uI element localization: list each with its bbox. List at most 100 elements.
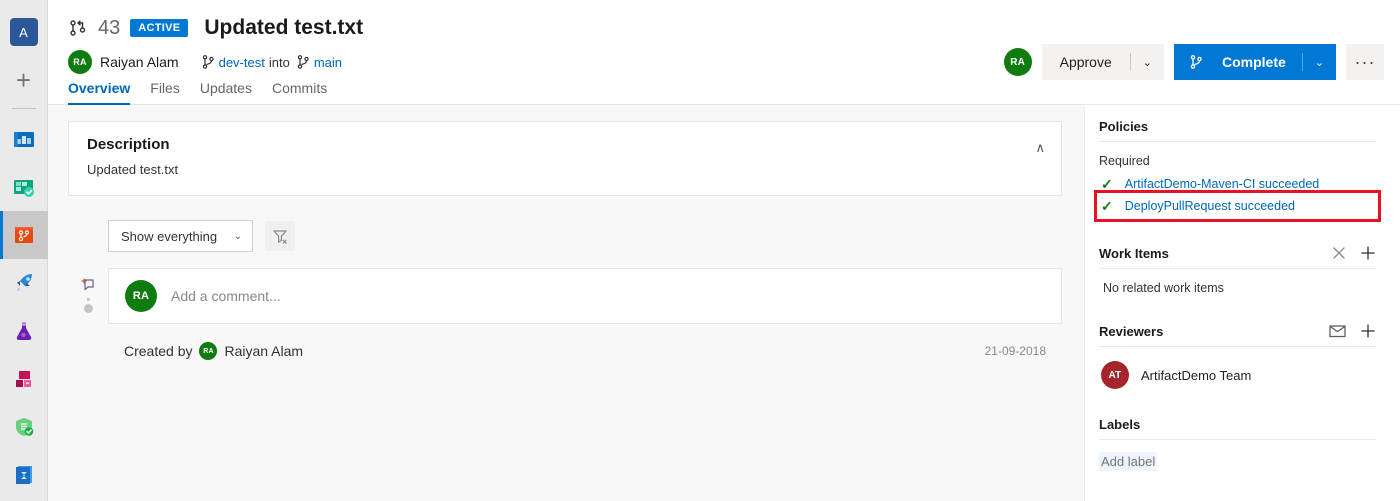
branch-icon [202,55,214,69]
avatar: RA [68,50,92,74]
policies-required-label: Required [1099,154,1150,168]
reviewer-list-item[interactable]: AT ArtifactDemo Team [1099,361,1376,389]
sidebar-item-security[interactable] [0,403,48,451]
overview-icon [13,132,34,147]
show-everything-dropdown[interactable]: Show everything ⌄ [108,220,253,252]
close-icon[interactable] [1332,246,1346,260]
sidebar-item-pipelines[interactable] [0,259,48,307]
sidebar-item-repos[interactable] [0,211,48,259]
approve-button-label: Approve [1059,54,1112,70]
complete-button-label: Complete [1221,54,1286,70]
branch-icon [297,55,309,69]
avatar: RA [199,342,218,360]
tab-updates[interactable]: Updates [200,80,252,103]
branch-icon [1190,55,1202,69]
policy-row[interactable]: ✓ ArtifactDemo-Maven-CI succeeded [1099,173,1376,195]
complete-branch-icon-slot [1174,54,1204,70]
pull-request-icon [70,20,86,36]
reviewers-title: Reviewers [1099,323,1164,339]
more-actions-button[interactable]: ··· [1346,44,1384,80]
labels-section-header: Labels [1099,417,1376,440]
check-icon: ✓ [1101,198,1113,214]
approve-button[interactable]: Approve ⌄ [1041,44,1164,80]
activity-timeline: RA Add a comment... Created by RA Raiyan… [68,268,1062,360]
pr-sidebar: Policies Required ✓ ArtifactDemo-Maven-C… [1084,104,1400,501]
sidebar-item-artifacts[interactable] [0,355,48,403]
description-card: Description Updated test.txt ∧ [68,121,1062,196]
reviewers-actions [1329,323,1376,339]
tab-overview[interactable]: Overview [68,80,131,105]
labels-title: Labels [1099,417,1141,432]
chevron-down-icon[interactable]: ⌄ [1303,56,1336,69]
reviewer-avatar[interactable]: RA [1003,48,1032,76]
tab-files[interactable]: Files [150,80,180,103]
policy-link[interactable]: ArtifactDemo-Maven-CI succeeded [1125,177,1320,191]
status-badge: ACTIVE [130,19,189,37]
sidebar-item-analytics[interactable] [0,451,48,499]
reviewers-section-header: Reviewers [1099,323,1376,347]
check-icon: ✓ [1101,176,1113,192]
work-items-section-header: Work Items [1099,245,1376,269]
tab-commits[interactable]: Commits [272,80,327,103]
description-text: Updated test.txt [87,162,179,177]
chevron-up-icon[interactable]: ∧ [1035,140,1045,156]
repos-icon [14,227,33,243]
policies-title: Policies [1099,119,1149,134]
avatar: AT [1101,361,1129,389]
work-items-actions [1332,245,1376,261]
timeline-dot [83,304,93,313]
body-split: Description Updated test.txt ∧ Show ever… [48,104,1400,501]
add-comment-icon[interactable] [79,276,97,294]
policy-link[interactable]: DeployPullRequest succeeded [1125,199,1295,213]
description-title: Description [87,136,170,153]
test-plans-icon [16,322,31,340]
shield-check-icon [15,418,33,436]
branch-info: dev-test into main [201,54,342,70]
created-by-author: Raiyan Alam [224,343,304,359]
timeline-line [86,298,90,301]
left-nav-rail: A + [0,0,48,501]
rail-divider [11,108,36,109]
sidebar-item-test-plans[interactable] [0,307,48,355]
mail-icon[interactable] [1329,324,1346,338]
source-branch-link[interactable]: dev-test [219,55,265,70]
timeline-gutter [68,268,108,360]
pr-header: 43 ACTIVE Updated test.txt RA Raiyan Ala… [48,0,1400,105]
add-label-button[interactable]: Add label [1099,452,1158,471]
pr-header-actions: RA Approve ⌄ Complete ⌄ ··· [1003,44,1384,80]
complete-button[interactable]: Complete ⌄ [1173,44,1336,80]
clear-filter-button[interactable] [265,221,295,251]
chevron-down-icon[interactable]: ⌄ [1131,56,1164,69]
plus-icon[interactable] [1360,323,1376,339]
policies-section-header: Policies [1099,119,1376,142]
chevron-down-icon: ⌄ [233,230,242,242]
work-items-title: Work Items [1099,245,1169,261]
comment-input-placeholder[interactable]: Add a comment... [171,288,281,304]
filter-row: Show everything ⌄ [108,220,1062,252]
created-by-row: Created by RA Raiyan Alam 21-09-2018 [108,342,1062,360]
sidebar-item-project-avatar[interactable]: A [0,8,48,56]
timeline-content: RA Add a comment... Created by RA Raiyan… [108,268,1062,360]
pr-content: Description Updated test.txt ∧ Show ever… [48,104,1084,501]
target-branch-link[interactable]: main [314,55,342,70]
policy-row-highlighted[interactable]: ✓ DeployPullRequest succeeded [1094,190,1381,222]
plus-icon[interactable] [1360,245,1376,261]
project-avatar-icon: A [9,18,38,46]
into-label: into [268,54,290,70]
show-everything-value: Show everything [121,228,218,244]
boards-icon [13,180,34,197]
plus-icon: + [15,65,32,95]
app-root: A + 43 ACTIVE Updated test.txt RA Raiyan… [0,0,1400,501]
avatar: RA [125,280,157,312]
add-comment-box[interactable]: RA Add a comment... [108,268,1062,324]
sidebar-item-boards[interactable] [0,163,48,211]
main-area: 43 ACTIVE Updated test.txt RA Raiyan Ala… [48,0,1400,501]
created-by-label: Created by [124,343,193,359]
sidebar-item-new[interactable]: + [0,56,48,104]
artifacts-icon [15,371,31,387]
work-items-empty-text: No related work items [1103,281,1224,295]
pr-id: 43 [98,16,121,39]
sidebar-item-overview[interactable] [0,115,48,163]
analytics-icon [15,466,32,484]
author-name: Raiyan Alam [100,54,179,70]
